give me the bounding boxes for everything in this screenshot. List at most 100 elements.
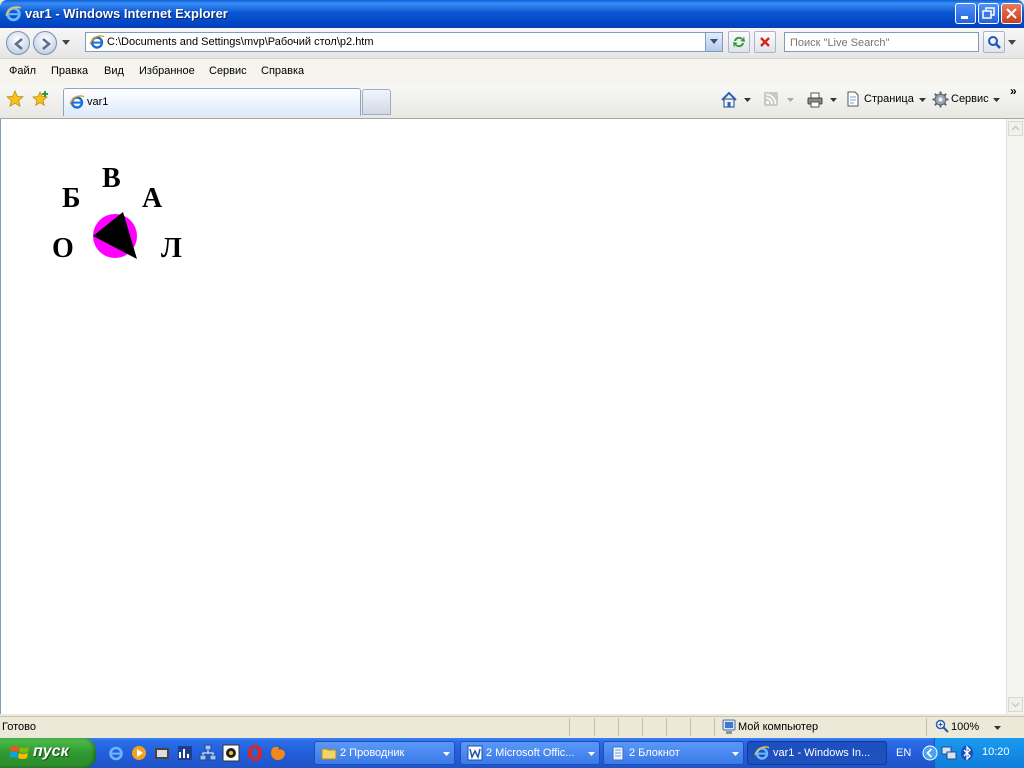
- quicklaunch-firefox-icon[interactable]: [269, 744, 287, 762]
- chevron-down-icon: [443, 752, 450, 756]
- refresh-button[interactable]: [728, 31, 750, 53]
- vertical-scrollbar[interactable]: [1006, 119, 1024, 714]
- quicklaunch-movie-icon[interactable]: [153, 744, 171, 762]
- feeds-icon[interactable]: [763, 91, 779, 107]
- tools-menu-button[interactable]: Сервис: [951, 93, 989, 105]
- zoom-dropdown-icon[interactable]: [994, 726, 1001, 730]
- task-label: var1 - Windows In...: [773, 747, 871, 759]
- notepad-icon: [612, 746, 624, 761]
- quicklaunch-ie-icon[interactable]: [107, 744, 125, 762]
- refresh-icon: [733, 36, 745, 48]
- clock: 10:20: [982, 746, 1010, 758]
- letter-b: Б: [62, 183, 81, 214]
- letter-o: О: [52, 233, 74, 264]
- chevron-down-icon: [588, 752, 595, 756]
- status-divider: [666, 718, 667, 736]
- minimize-button[interactable]: [955, 3, 976, 24]
- print-icon[interactable]: [806, 91, 824, 109]
- minimize-icon: [961, 16, 968, 19]
- add-to-favorites-icon[interactable]: [32, 90, 50, 108]
- task-microsoft-office[interactable]: 2 Microsoft Offic...: [460, 741, 600, 765]
- tools-dropdown-icon[interactable]: [993, 98, 1000, 102]
- folder-icon: [321, 748, 337, 760]
- task-label: 2 Блокнот: [629, 747, 680, 759]
- tray-expand-icon[interactable]: [922, 745, 938, 761]
- menu-favorites[interactable]: Избранное: [139, 65, 195, 77]
- back-arrow-icon: [14, 38, 23, 50]
- chevron-up-icon: [1011, 125, 1020, 131]
- scroll-down-button[interactable]: [1008, 697, 1023, 712]
- forward-arrow-icon: [42, 38, 51, 50]
- zoom-icon[interactable]: [935, 719, 949, 733]
- start-button[interactable]: пуск: [0, 738, 96, 768]
- page-icon[interactable]: [845, 91, 861, 107]
- address-dropdown-button[interactable]: [705, 33, 722, 51]
- chevron-down-icon: [710, 39, 718, 44]
- menu-view[interactable]: Вид: [104, 65, 124, 77]
- task-label: 2 Проводник: [340, 747, 405, 759]
- search-options-dropdown-icon[interactable]: [1008, 40, 1016, 45]
- status-divider: [594, 718, 595, 736]
- feeds-dropdown-icon[interactable]: [787, 98, 794, 102]
- status-bar: [0, 716, 1024, 739]
- search-icon: [988, 36, 1001, 49]
- home-icon[interactable]: [720, 91, 738, 109]
- home-dropdown-icon[interactable]: [744, 98, 751, 102]
- menu-file[interactable]: Файл: [9, 65, 36, 77]
- close-window-button[interactable]: [1001, 3, 1022, 24]
- page-menu-button[interactable]: Страница: [864, 93, 914, 105]
- task-internet-explorer[interactable]: var1 - Windows In...: [747, 741, 887, 765]
- task-notepad[interactable]: 2 Блокнот: [603, 741, 744, 765]
- quicklaunch-media-player-icon[interactable]: [130, 744, 148, 762]
- quicklaunch-app-icon[interactable]: [222, 744, 240, 762]
- quicklaunch-chart-icon[interactable]: [176, 744, 194, 762]
- ie-icon: [754, 746, 770, 760]
- address-url[interactable]: C:\Documents and Settings\mvp\Рабочий ст…: [107, 36, 374, 48]
- letter-v: В: [102, 163, 121, 194]
- stop-button[interactable]: [754, 31, 776, 53]
- network-tray-icon[interactable]: [941, 745, 957, 761]
- tab-ie-icon: [69, 95, 85, 109]
- menu-tools[interactable]: Сервис: [209, 65, 247, 77]
- restore-button[interactable]: [978, 3, 999, 24]
- print-dropdown-icon[interactable]: [830, 98, 837, 102]
- address-bar[interactable]: C:\Documents and Settings\mvp\Рабочий ст…: [85, 32, 723, 52]
- bluetooth-icon[interactable]: [960, 745, 974, 761]
- status-divider: [618, 718, 619, 736]
- task-label: 2 Microsoft Offic...: [486, 747, 575, 759]
- back-button[interactable]: [6, 31, 30, 55]
- page-dropdown-icon[interactable]: [919, 98, 926, 102]
- ie-icon: [5, 6, 22, 22]
- search-button[interactable]: [983, 31, 1005, 53]
- computer-icon: [722, 719, 736, 734]
- task-explorer[interactable]: 2 Проводник: [314, 741, 455, 765]
- favorites-star-icon[interactable]: [6, 90, 24, 108]
- quicklaunch-opera-icon[interactable]: [246, 744, 264, 762]
- status-divider: [714, 718, 715, 736]
- start-label: пуск: [33, 743, 69, 760]
- menu-help[interactable]: Справка: [261, 65, 304, 77]
- quicklaunch-network-icon[interactable]: [199, 744, 217, 762]
- windows-flag-icon: [10, 746, 29, 759]
- security-zone[interactable]: Мой компьютер: [738, 721, 818, 733]
- status-text: Готово: [2, 721, 36, 733]
- search-box[interactable]: [784, 32, 979, 52]
- new-tab-button[interactable]: [362, 89, 391, 115]
- word-icon: [467, 745, 483, 761]
- forward-button[interactable]: [33, 31, 57, 55]
- status-divider: [569, 718, 570, 736]
- tab-label: var1: [87, 96, 109, 108]
- tab-var1[interactable]: var1: [63, 88, 361, 116]
- page-ie-icon: [89, 35, 105, 49]
- search-input[interactable]: [788, 34, 977, 52]
- recent-pages-dropdown-icon[interactable]: [62, 40, 71, 46]
- circle-triangle-figure: [93, 212, 137, 259]
- menu-edit[interactable]: Правка: [51, 65, 88, 77]
- scroll-up-button[interactable]: [1008, 121, 1023, 136]
- zoom-level[interactable]: 100%: [951, 721, 979, 733]
- status-divider: [642, 718, 643, 736]
- restore-icon: [982, 7, 995, 19]
- language-indicator[interactable]: EN: [896, 747, 911, 759]
- gear-icon[interactable]: [932, 91, 949, 108]
- more-commands-chevron[interactable]: »: [1010, 84, 1017, 98]
